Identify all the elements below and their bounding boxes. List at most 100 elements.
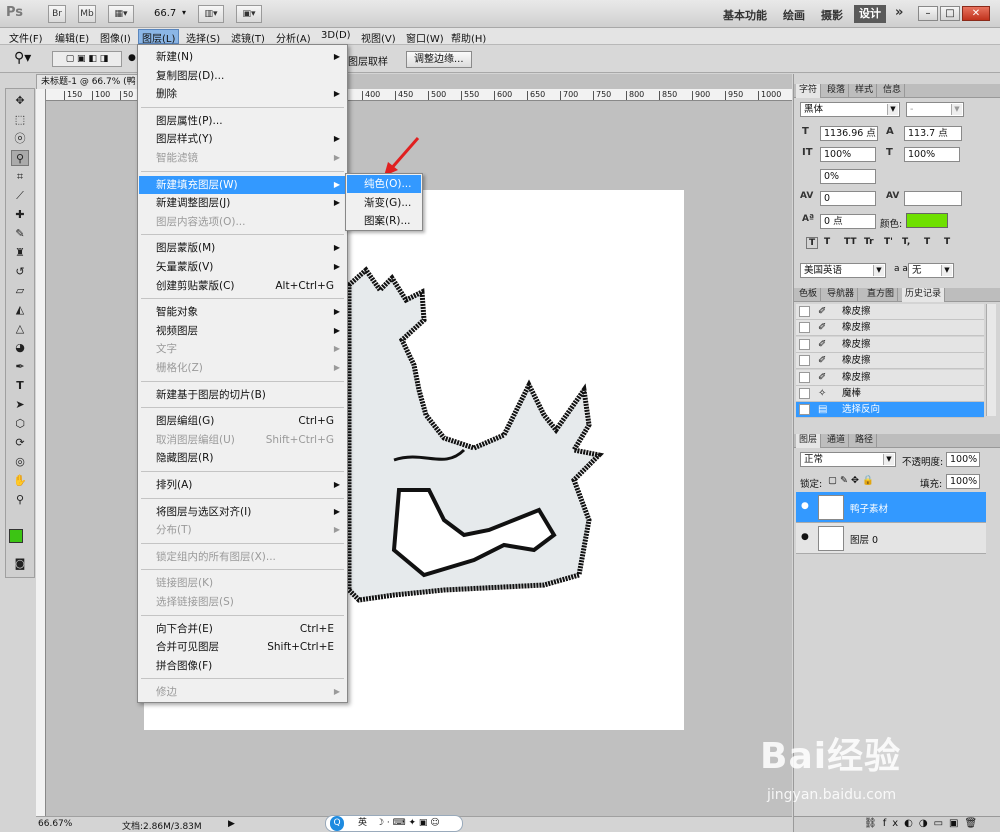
sample-layers-label[interactable]: 图层取样 bbox=[348, 53, 388, 68]
faux-italic-button[interactable]: T bbox=[824, 237, 830, 247]
menu-help[interactable]: 帮助(H) bbox=[451, 30, 486, 45]
faux-bold-button[interactable]: T bbox=[806, 237, 819, 249]
tab-layers[interactable]: 图层 bbox=[796, 434, 822, 448]
restore-icon[interactable]: □ bbox=[940, 6, 960, 21]
tracking-field[interactable] bbox=[904, 191, 962, 206]
font-size-field[interactable]: 1136.96 点 bbox=[820, 126, 878, 141]
font-family-select[interactable]: 黑体 ▼ bbox=[800, 102, 900, 117]
ime-logo-icon[interactable]: Q bbox=[330, 816, 344, 831]
tab-info[interactable]: 信息 bbox=[880, 84, 906, 98]
layer-menu-item[interactable]: 图层编组(G) Ctrl+G bbox=[139, 412, 346, 430]
blur-tool-icon[interactable]: △ bbox=[11, 321, 29, 337]
leading-field[interactable]: 113.7 点 bbox=[904, 126, 962, 141]
history-snapshot-checkbox[interactable] bbox=[799, 388, 810, 399]
layer-row[interactable]: ● 图层 0 bbox=[796, 523, 986, 554]
ime-toolbar[interactable]: Q 英 ☽ · ⌨ ✦ ▣ ☺ bbox=[325, 815, 463, 832]
minimize-icon[interactable]: – bbox=[918, 6, 938, 21]
menu-filter[interactable]: 滤镜(T) bbox=[231, 30, 265, 45]
tab-paragraph[interactable]: 段落 bbox=[824, 84, 850, 98]
bridge-button[interactable]: Br bbox=[48, 5, 66, 23]
tab-styles[interactable]: 样式 bbox=[852, 84, 878, 98]
tab-navigator[interactable]: 导航器 bbox=[824, 288, 859, 302]
tab-swatches[interactable]: 色板 bbox=[796, 288, 822, 302]
superscript-button[interactable]: T' bbox=[884, 237, 893, 247]
lock-icons[interactable]: ▢ ✎ ✥ 🔒 bbox=[828, 475, 874, 486]
tab-channels[interactable]: 通道 bbox=[824, 434, 850, 448]
history-snapshot-checkbox[interactable] bbox=[799, 355, 810, 367]
layer-menu-item[interactable]: 合并可见图层 Shift+Ctrl+E bbox=[139, 638, 346, 656]
view-extras-button[interactable]: ▦▾ bbox=[108, 5, 134, 23]
layer-menu-item[interactable]: 创建剪贴蒙版(C) Alt+Ctrl+G bbox=[139, 277, 346, 295]
type-tool-icon[interactable]: T bbox=[11, 378, 29, 394]
baseline-shift-field[interactable]: 0 点 bbox=[820, 214, 876, 229]
paint-bucket-tool-icon[interactable]: ◭ bbox=[11, 302, 29, 318]
strikethrough-button[interactable]: T bbox=[944, 237, 950, 247]
layer-menu-item[interactable]: 图层蒙版(M) ▶ bbox=[139, 239, 346, 257]
tab-paths[interactable]: 路径 bbox=[852, 434, 878, 448]
status-arrow-icon[interactable]: ▶ bbox=[228, 819, 235, 829]
history-scrollbar[interactable] bbox=[986, 304, 996, 416]
marquee-tool-icon[interactable]: ⬚ bbox=[11, 112, 29, 128]
hand-tool-icon[interactable]: ✋ bbox=[11, 473, 29, 489]
visibility-eye-icon[interactable]: ● bbox=[801, 501, 809, 511]
workspace-photography[interactable]: 摄影 bbox=[821, 7, 843, 23]
document-tab[interactable]: 未标题-1 @ 66.7% (鸭 bbox=[36, 74, 146, 89]
tab-histogram[interactable]: 直方图 bbox=[864, 288, 899, 302]
3d-rotate-tool-icon[interactable]: ⟳ bbox=[11, 435, 29, 451]
close-icon[interactable]: ✕ bbox=[962, 6, 990, 21]
zoom-status[interactable]: 66.67% bbox=[38, 819, 72, 829]
menu-edit[interactable]: 编辑(E) bbox=[55, 30, 89, 45]
layer-menu-item[interactable]: 新建(N) ▶ bbox=[139, 48, 346, 66]
ime-lang-label[interactable]: 英 bbox=[358, 816, 367, 831]
history-row[interactable]: ✧ 魔棒 bbox=[796, 386, 984, 402]
language-select[interactable]: 美国英语 ▼ bbox=[800, 263, 886, 278]
path-selection-tool-icon[interactable]: ➤ bbox=[11, 397, 29, 413]
layer-menu-item[interactable]: 向下合并(E) Ctrl+E bbox=[139, 620, 346, 638]
workspace-essentials[interactable]: 基本功能 bbox=[723, 7, 767, 23]
arrange-documents-button[interactable]: ▥▾ bbox=[198, 5, 224, 23]
blend-mode-select[interactable]: 正常 ▼ bbox=[800, 452, 896, 467]
history-brush-tool-icon[interactable]: ↺ bbox=[11, 264, 29, 280]
layer-row[interactable]: ● 鸭子素材 bbox=[796, 492, 986, 523]
lasso-tool-icon[interactable]: ⓞ bbox=[11, 131, 29, 147]
layer-menu-item[interactable]: 拼合图像(F) bbox=[139, 657, 346, 675]
3d-orbit-tool-icon[interactable]: ◎ bbox=[11, 454, 29, 470]
subscript-button[interactable]: T, bbox=[902, 237, 910, 247]
tab-history[interactable]: 历史记录 bbox=[902, 288, 946, 302]
fill-submenu-item[interactable]: 渐变(G)... bbox=[347, 194, 421, 212]
layer-menu-item[interactable]: 图层样式(Y) ▶ bbox=[139, 130, 346, 148]
more-workspaces-icon[interactable]: » bbox=[895, 5, 903, 20]
zoom-tool-icon[interactable]: ⚲ bbox=[11, 492, 29, 508]
horizontal-scale-field[interactable]: 100% bbox=[904, 147, 960, 162]
menu-file[interactable]: 文件(F) bbox=[9, 30, 43, 45]
anti-alias-select[interactable]: 无 ▼ bbox=[908, 263, 954, 278]
layer-menu-item[interactable]: 视频图层 ▶ bbox=[139, 322, 346, 340]
history-row[interactable]: ▤ 选择反向 bbox=[796, 402, 984, 419]
underline-button[interactable]: T bbox=[924, 237, 930, 247]
zoom-dropdown-icon[interactable]: ▾ bbox=[182, 8, 186, 17]
ime-tools-icon[interactable]: ☽ · ⌨ ✦ ▣ ☺ bbox=[376, 816, 440, 831]
fill-submenu-item[interactable]: 纯色(O)... bbox=[347, 175, 421, 193]
history-snapshot-checkbox[interactable] bbox=[799, 404, 810, 416]
foreground-color-swatch[interactable] bbox=[9, 529, 23, 543]
workspace-design[interactable]: 设计 bbox=[854, 5, 886, 23]
tracking-pct-field[interactable]: 0% bbox=[820, 169, 876, 184]
mini-bridge-button[interactable]: Mb bbox=[78, 5, 96, 23]
layer-menu-item[interactable]: 矢量蒙版(V) ▶ bbox=[139, 258, 346, 276]
all-caps-button[interactable]: TT bbox=[844, 237, 857, 247]
layer-menu-item[interactable]: 排列(A) ▶ bbox=[139, 476, 346, 494]
menu-select[interactable]: 选择(S) bbox=[186, 30, 220, 45]
brush-size-icon[interactable]: ● bbox=[128, 53, 136, 63]
healing-brush-tool-icon[interactable]: ✚ bbox=[11, 207, 29, 223]
menu-layer[interactable]: 图层(L) bbox=[138, 29, 180, 45]
font-style-select[interactable]: - ▼ bbox=[906, 102, 964, 117]
menu-image[interactable]: 图像(I) bbox=[100, 30, 131, 45]
layer-menu-item[interactable]: 将图层与选区对齐(I) ▶ bbox=[139, 503, 346, 521]
fill-field[interactable]: 100% bbox=[946, 474, 980, 489]
layer-menu-item[interactable]: 新建调整图层(J) ▶ bbox=[139, 194, 346, 212]
pen-tool-icon[interactable]: ✒ bbox=[11, 359, 29, 375]
menu-view[interactable]: 视图(V) bbox=[361, 30, 396, 45]
text-color-swatch[interactable] bbox=[906, 213, 948, 228]
layer-menu-item[interactable]: 智能对象 ▶ bbox=[139, 303, 346, 321]
refine-edge-button[interactable]: 调整边缘... bbox=[406, 51, 472, 68]
